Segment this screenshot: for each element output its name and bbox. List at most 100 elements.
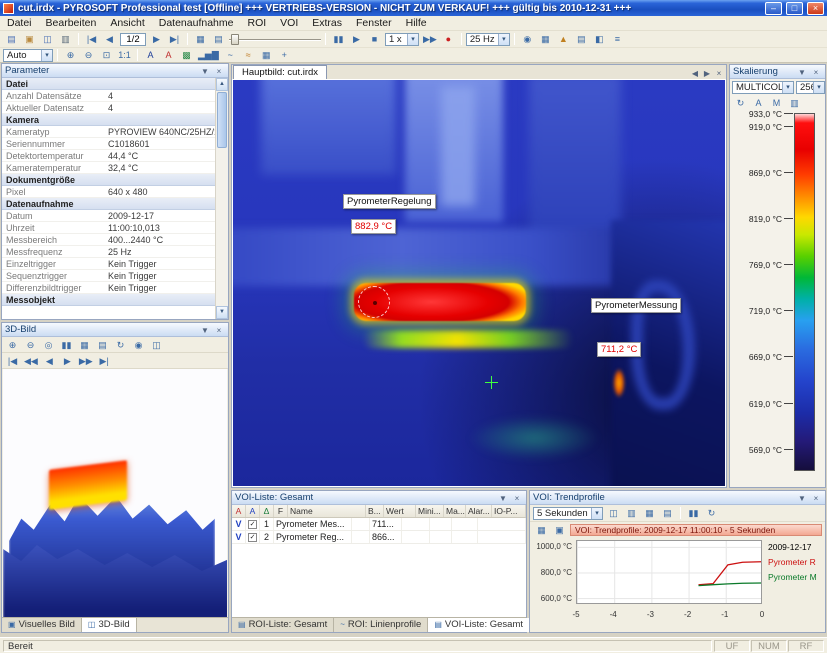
menu-item[interactable]: Extras [305,16,349,31]
export-icon[interactable]: ◫ [148,338,165,352]
menu-item[interactable]: ROI [240,16,273,31]
last-record-icon[interactable]: ▶| [166,32,183,46]
zoom-out-icon[interactable]: ⊖ [80,48,97,62]
trend-export-icon[interactable]: ◫ [605,506,622,520]
column-header[interactable]: IO-P... [492,505,526,517]
parameter-row[interactable]: Dokumentgröße [2,174,215,186]
settings-icon[interactable]: ≡ [609,32,626,46]
close-icon[interactable]: × [213,324,225,336]
column-header[interactable]: Ma... [444,505,466,517]
view-tab[interactable]: ◫ 3D-Bild [82,618,137,632]
frame-slider[interactable] [229,33,321,46]
list-tab[interactable]: ~ ROI: Linienprofile [334,618,428,632]
pin-icon[interactable]: ▼ [796,66,808,78]
zoom-in-icon[interactable]: ⊕ [4,338,21,352]
new-file-icon[interactable]: ▤ [3,32,20,46]
roi-label-messung[interactable]: PyrometerMessung [591,298,681,313]
first-frame-icon[interactable]: |◀ [4,354,21,368]
trend-print-icon[interactable]: ▥ [623,506,640,520]
column-header[interactable]: Alar... [466,505,492,517]
list-tab[interactable]: ▤ VOI-Liste: Gesamt [428,618,530,632]
menu-item[interactable]: Ansicht [103,16,151,31]
pause-icon[interactable]: ▮▮ [58,338,75,352]
trend-copy-icon[interactable]: ▤ [659,506,676,520]
isotherm-icon[interactable]: ≈ [240,48,257,62]
parameter-row[interactable]: Datum 2009-12-17 [2,210,215,222]
parameter-row[interactable]: Uhrzeit 11:00:10,013 [2,222,215,234]
pin-icon[interactable]: ▼ [199,65,211,77]
first-record-icon[interactable]: |◀ [83,32,100,46]
column-icon[interactable]: Δ [260,505,274,517]
grid-icon[interactable]: ▦ [76,338,93,352]
save-icon[interactable]: ◫ [39,32,56,46]
list-tab[interactable]: ▤ ROI-Liste: Gesamt [232,618,334,632]
page-indicator[interactable]: 1/2 [120,33,146,46]
roi-circle[interactable] [358,286,390,318]
legend-entry[interactable]: 2009-12-17 [768,542,823,552]
minimize-button[interactable]: – [765,2,782,15]
column-header[interactable]: Mini... [416,505,444,517]
column-icon[interactable]: A [232,505,246,517]
slider-thumb[interactable] [231,34,239,45]
menu-item[interactable]: Datei [0,16,39,31]
parameter-row[interactable]: Messbereich 400...2440 °C [2,234,215,246]
close-icon[interactable]: × [213,65,225,77]
next-record-icon[interactable]: ▶ [148,32,165,46]
zoom-fit-icon[interactable]: ⊡ [98,48,115,62]
3d-view[interactable] [3,369,227,618]
chevron-down-icon[interactable]: ▾ [407,34,418,45]
speed-combo[interactable]: 1 x ▾ [385,33,419,46]
column-header[interactable]: Wert [384,505,416,517]
parameter-row[interactable]: Messfrequenz 25 Hz [2,246,215,258]
scroll-thumb[interactable] [217,92,227,148]
refresh-scale-icon[interactable]: ↻ [732,96,749,110]
play-icon[interactable]: ▶ [59,354,76,368]
line-profile-icon[interactable]: ~ [222,48,239,62]
pin-icon[interactable]: ▼ [497,492,509,504]
menu-item[interactable]: Bearbeiten [39,16,104,31]
histogram-icon[interactable]: ▂▅▇ [196,48,221,62]
color-scale-bar[interactable] [794,113,815,471]
palette-combo[interactable]: MULTICOLOR ▾ [732,81,794,94]
levels-combo[interactable]: 256 ▾ [796,81,825,94]
chevron-down-icon[interactable]: ▾ [782,82,793,93]
tab-scroll-right-icon[interactable]: ▶ [701,67,713,79]
column-icon[interactable]: A [246,505,260,517]
tab-scroll-left-icon[interactable]: ◀ [689,67,701,79]
menu-item[interactable]: Datenaufnahme [152,16,241,31]
menu-item[interactable]: Hilfe [399,16,434,31]
camera-icon[interactable]: ◉ [130,338,147,352]
fast-forward-icon[interactable]: ▶▶ [421,32,439,46]
trend-grid-icon[interactable]: ▦ [533,523,550,537]
palette-icon[interactable]: ▩ [178,48,195,62]
column-header[interactable]: B... [366,505,384,517]
zoom-reset-icon[interactable]: ◎ [40,338,57,352]
parameter-row[interactable]: Aktueller Datensatz 4 [2,102,215,114]
parameter-row[interactable]: Kameratyp PYROVIEW 640NC/25HZ/17.X13... [2,126,215,138]
maximize-button[interactable]: □ [786,2,803,15]
prev-record-icon[interactable]: ◀ [101,32,118,46]
last-frame-icon[interactable]: ▶| [96,354,113,368]
alarm-icon[interactable]: ▲ [555,32,572,46]
pause-icon[interactable]: ▮▮ [330,32,347,46]
report-icon[interactable]: ▤ [573,32,590,46]
scale-mode-combo[interactable]: Auto ▾ [3,49,53,62]
checkbox-icon[interactable]: ✓ [248,533,257,542]
fast-forward-icon[interactable]: ▶▶ [77,354,95,368]
trend-pause-icon[interactable]: ▮▮ [685,506,702,520]
parameter-row[interactable]: Kamera [2,114,215,126]
label-annotation-icon[interactable]: A [160,48,177,62]
parameter-row[interactable]: Differenzbildtrigger Kein Trigger [2,282,215,294]
crosshair-icon[interactable]: + [276,48,293,62]
close-button[interactable]: × [807,2,824,15]
auto-scale-icon[interactable]: A [750,96,767,110]
parameter-row[interactable]: Sequenztrigger Kein Trigger [2,270,215,282]
rewind-icon[interactable]: ◀◀ [22,354,40,368]
overview-icon[interactable]: ▦ [192,32,209,46]
parameter-row[interactable]: Datei [2,78,215,90]
column-header[interactable]: Name [288,505,366,517]
roi-label-regelung[interactable]: PyrometerRegelung [343,194,436,209]
parameter-row[interactable]: Anzahl Datensätze 4 [2,90,215,102]
zoom-out-icon[interactable]: ⊖ [22,338,39,352]
rotate-icon[interactable]: ↻ [112,338,129,352]
